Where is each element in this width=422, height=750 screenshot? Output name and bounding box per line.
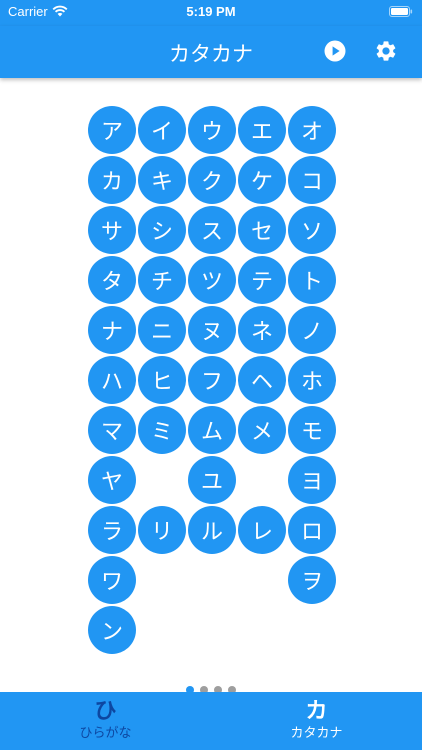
kana-cell[interactable]: ヲ — [288, 556, 336, 604]
kana-cell[interactable]: タ — [88, 256, 136, 304]
kana-cell[interactable]: ユ — [188, 456, 236, 504]
tab-bar: ひ ひらがな カ カタカナ — [0, 692, 422, 750]
kana-cell[interactable]: モ — [288, 406, 336, 454]
kana-cell[interactable]: リ — [138, 506, 186, 554]
kana-cell[interactable]: キ — [138, 156, 186, 204]
play-circle-icon[interactable] — [324, 40, 346, 62]
kana-cell[interactable]: マ — [88, 406, 136, 454]
kana-cell[interactable]: レ — [238, 506, 286, 554]
kana-cell[interactable]: ケ — [238, 156, 286, 204]
kana-cell[interactable]: ナ — [88, 306, 136, 354]
page-indicator — [0, 679, 422, 694]
hiragana-tab-icon: ひ — [94, 699, 117, 724]
kana-cell[interactable]: ク — [188, 156, 236, 204]
kana-cell[interactable]: エ — [238, 106, 286, 154]
kana-cell[interactable]: ホ — [288, 356, 336, 404]
kana-cell[interactable]: チ — [138, 256, 186, 304]
kana-cell[interactable]: ア — [88, 106, 136, 154]
kana-cell[interactable]: ン — [88, 606, 136, 654]
kana-cell[interactable]: ト — [288, 256, 336, 304]
tab-hiragana-label: ひらがな — [79, 726, 132, 741]
page-title: カタカナ — [169, 42, 253, 66]
gear-icon[interactable] — [374, 39, 398, 63]
kana-cell[interactable]: ソ — [288, 206, 336, 254]
kana-cell[interactable]: コ — [288, 156, 336, 204]
kana-cell[interactable]: ム — [188, 406, 236, 454]
kana-cell[interactable]: シ — [138, 206, 186, 254]
app-bar: カタカナ — [0, 26, 422, 78]
kana-cell[interactable]: ル — [188, 506, 236, 554]
kana-cell[interactable]: ネ — [238, 306, 286, 354]
kana-cell[interactable]: フ — [188, 356, 236, 404]
kana-cell[interactable]: テ — [238, 256, 286, 304]
kana-cell[interactable]: ツ — [188, 256, 236, 304]
tab-katakana-label: カタカナ — [290, 726, 343, 741]
kana-cell[interactable]: ハ — [88, 356, 136, 404]
kana-cell[interactable]: ヌ — [188, 306, 236, 354]
kana-cell[interactable]: ス — [188, 206, 236, 254]
katakana-tab-icon: カ — [305, 699, 328, 724]
kana-cell[interactable]: ミ — [138, 406, 186, 454]
kana-cell[interactable]: ヒ — [138, 356, 186, 404]
kana-cell[interactable]: ヨ — [288, 456, 336, 504]
kana-cell[interactable]: ワ — [88, 556, 136, 604]
kana-cell[interactable]: ウ — [188, 106, 236, 154]
kana-cell[interactable]: ロ — [288, 506, 336, 554]
battery-icon — [389, 6, 413, 17]
kana-cell[interactable]: イ — [138, 106, 186, 154]
tab-katakana[interactable]: カ カタカナ — [211, 692, 422, 750]
kana-cell[interactable]: カ — [88, 156, 136, 204]
kana-cell[interactable]: ヤ — [88, 456, 136, 504]
status-time: 5:19 PM — [186, 4, 236, 19]
katakana-grid: アイウエオカキクケコサシスセソタチツテトナニヌネノハヒフヘホマミムメモヤ ユ ヨラリ… — [0, 80, 422, 680]
kana-cell[interactable]: ラ — [88, 506, 136, 554]
kana-cell[interactable]: ノ — [288, 306, 336, 354]
kana-cell[interactable]: セ — [238, 206, 286, 254]
kana-cell[interactable]: オ — [288, 106, 336, 154]
status-bar: Carrier 5:19 PM — [0, 0, 422, 26]
tab-hiragana[interactable]: ひ ひらがな — [0, 692, 211, 750]
kana-cell[interactable]: メ — [238, 406, 286, 454]
kana-cell[interactable]: ヘ — [238, 356, 286, 404]
kana-cell[interactable]: ニ — [138, 306, 186, 354]
kana-cell[interactable]: サ — [88, 206, 136, 254]
